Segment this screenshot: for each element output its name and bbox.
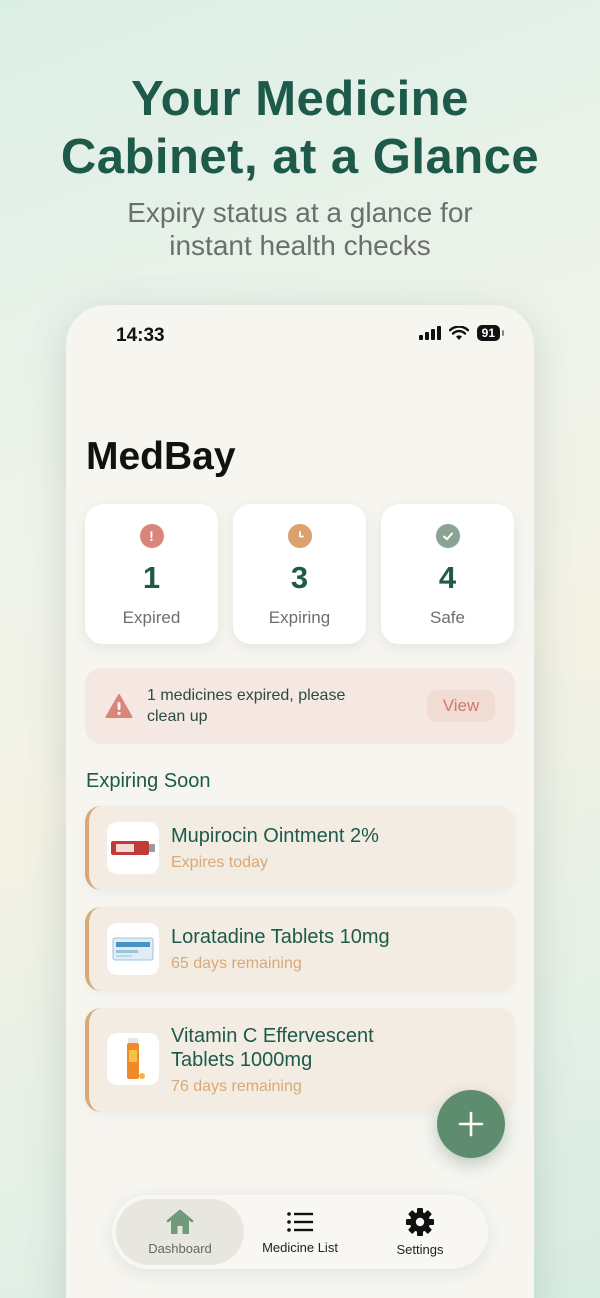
stat-value: 1 bbox=[142, 560, 161, 595]
home-icon bbox=[166, 1209, 194, 1234]
exclamation-icon: ! bbox=[139, 524, 164, 548]
promo-title-line2: Cabinet, at a Glance bbox=[60, 130, 540, 184]
promo-title: Your Medicine Cabinet, at a Glance bbox=[0, 70, 600, 186]
stat-label: Safe bbox=[430, 608, 465, 627]
list-icon bbox=[287, 1212, 313, 1232]
tab-medicine-list[interactable]: Medicine List bbox=[236, 1199, 364, 1265]
promo-title-line1: Your Medicine bbox=[131, 72, 469, 126]
stat-value: 4 bbox=[438, 560, 457, 595]
medicine-status: 65 days remaining bbox=[171, 955, 302, 972]
medicine-name: Mupirocin Ointment 2% bbox=[171, 825, 379, 847]
medicine-name: Vitamin C Effervescent Tablets 1000mg bbox=[171, 1024, 374, 1072]
medicine-name-line2: Tablets 1000mg bbox=[171, 1049, 313, 1071]
stat-card-expiring[interactable]: 3 Expiring bbox=[233, 504, 366, 644]
app-title: MedBay bbox=[86, 435, 236, 478]
bottom-tab-bar: Dashboard Medicine List Settings bbox=[112, 1195, 488, 1269]
battery-icon: 91 bbox=[476, 325, 505, 341]
status-time: 14:33 bbox=[116, 325, 165, 346]
clock-icon bbox=[287, 524, 312, 548]
promo-subtitle: Expiry status at a glance for instant he… bbox=[0, 196, 600, 262]
tab-label: Settings bbox=[396, 1242, 444, 1257]
medicine-thumbnail bbox=[107, 1033, 159, 1085]
alert-message-line2: clean up bbox=[147, 708, 208, 725]
medicine-card[interactable]: Loratadine Tablets 10mg 65 days remainin… bbox=[85, 907, 515, 991]
stats-row: ! 1 Expired 3 Expiring 4 Safe bbox=[85, 504, 514, 644]
tab-label: Dashboard bbox=[148, 1241, 212, 1256]
alert-message: 1 medicines expired, please clean up bbox=[147, 685, 397, 727]
view-expired-button[interactable]: View bbox=[427, 690, 495, 722]
alert-message-line1: 1 medicines expired, please bbox=[147, 687, 346, 704]
medicine-card[interactable]: Mupirocin Ointment 2% Expires today bbox=[85, 806, 515, 890]
gear-icon bbox=[406, 1208, 434, 1236]
section-title-expiring-soon: Expiring Soon bbox=[86, 770, 211, 792]
medicine-thumbnail bbox=[107, 822, 159, 874]
promo-subtitle-line1: Expiry status at a glance for bbox=[127, 197, 473, 228]
medicine-status: 76 days remaining bbox=[171, 1078, 302, 1095]
stat-card-expired[interactable]: ! 1 Expired bbox=[85, 504, 218, 644]
signal-icon bbox=[418, 326, 441, 340]
stat-value: 3 bbox=[290, 560, 309, 595]
stat-label: Expired bbox=[122, 608, 181, 627]
phone-screen: 14:33 91 MedBay ! 1 Expired 3 Expiring 4… bbox=[66, 305, 534, 1298]
expired-alert-banner: 1 medicines expired, please clean up Vie… bbox=[85, 668, 515, 744]
medicine-name-line1: Vitamin C Effervescent bbox=[171, 1025, 374, 1047]
add-medicine-button[interactable] bbox=[437, 1090, 505, 1158]
stat-card-safe[interactable]: 4 Safe bbox=[381, 504, 514, 644]
promo-subtitle-line2: instant health checks bbox=[169, 230, 431, 261]
tab-label: Medicine List bbox=[262, 1240, 338, 1255]
warning-icon bbox=[105, 694, 133, 718]
stat-label: Expiring bbox=[268, 608, 331, 627]
tab-dashboard[interactable]: Dashboard bbox=[116, 1199, 244, 1265]
wifi-icon bbox=[448, 325, 469, 341]
tab-settings[interactable]: Settings bbox=[356, 1199, 484, 1265]
plus-icon bbox=[458, 1111, 484, 1137]
medicine-status: Expires today bbox=[171, 854, 268, 871]
medicine-thumbnail bbox=[107, 923, 159, 975]
medicine-name: Loratadine Tablets 10mg bbox=[171, 926, 390, 948]
status-icons: 91 bbox=[418, 325, 505, 341]
check-icon bbox=[435, 524, 460, 548]
